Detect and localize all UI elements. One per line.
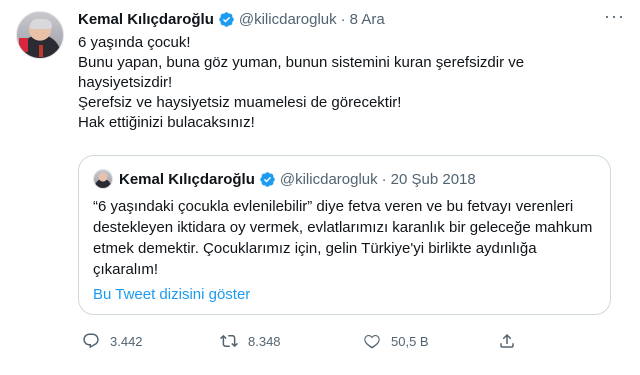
avatar-flag	[19, 38, 28, 52]
more-options-icon[interactable]: ···	[604, 7, 624, 30]
quoted-tweet-date: 20 Şub 2018	[390, 170, 476, 188]
retweet-count: 8.348	[248, 333, 281, 349]
quoted-author-avatar	[93, 169, 113, 189]
tweet-date[interactable]: 8 Ara	[350, 11, 385, 28]
quoted-author-name: Kemal Kılıçdaroğlu	[119, 170, 255, 188]
reply-icon	[83, 333, 99, 349]
heart-icon	[364, 334, 380, 349]
retweet-button[interactable]: 8.348	[220, 332, 281, 350]
author-avatar[interactable]	[16, 11, 64, 59]
retweet-icon	[220, 334, 238, 348]
share-button[interactable]	[498, 332, 526, 350]
tweet-line: 6 yaşında çocuk!	[78, 34, 191, 51]
show-thread-link[interactable]: Bu Tweet dizisini göster	[93, 286, 250, 303]
tweet-actions: 3.442 8.348 50,5 B	[78, 330, 618, 352]
avatar-hair	[30, 19, 52, 29]
quoted-author-handle: @kilicdarogluk	[279, 170, 378, 188]
reply-button[interactable]: 3.442	[82, 332, 143, 350]
author-name[interactable]: Kemal Kılıçdaroğlu	[78, 11, 214, 28]
verified-badge-icon	[219, 11, 234, 27]
like-count: 50,5 B	[391, 333, 429, 349]
quoted-tweet[interactable]: Kemal Kılıçdaroğlu @kilicdarogluk · 20 Ş…	[78, 155, 611, 315]
like-button[interactable]: 50,5 B	[363, 332, 429, 350]
share-icon	[500, 333, 514, 348]
reply-count: 3.442	[110, 333, 143, 349]
quoted-tweet-text: “6 yaşındaki çocukla evlenilebilir” diye…	[93, 198, 593, 278]
tweet-line: Şerefsiz ve haysiyetsiz muamelesi de gör…	[78, 94, 402, 111]
tweet-header: Kemal Kılıçdaroğlu @kilicdarogluk · 8 Ar…	[78, 9, 385, 29]
tweet: Kemal Kılıçdaroğlu @kilicdarogluk · 8 Ar…	[0, 0, 640, 375]
tweet-text: 6 yaşında çocuk! Bunu yapan, buna göz yu…	[78, 33, 598, 133]
author-handle[interactable]: @kilicdarogluk	[239, 11, 337, 28]
quoted-tweet-header: Kemal Kılıçdaroğlu @kilicdarogluk · 20 Ş…	[93, 169, 476, 189]
tweet-line: Hak ettiğinizi bulacaksınız!	[78, 114, 255, 131]
separator-dot: ·	[340, 10, 346, 28]
tweet-line: Bunu yapan, buna göz yuman, bunun sistem…	[78, 54, 525, 91]
separator-dot: ·	[381, 170, 387, 188]
avatar-tie	[39, 45, 43, 57]
verified-badge-icon	[260, 171, 275, 187]
